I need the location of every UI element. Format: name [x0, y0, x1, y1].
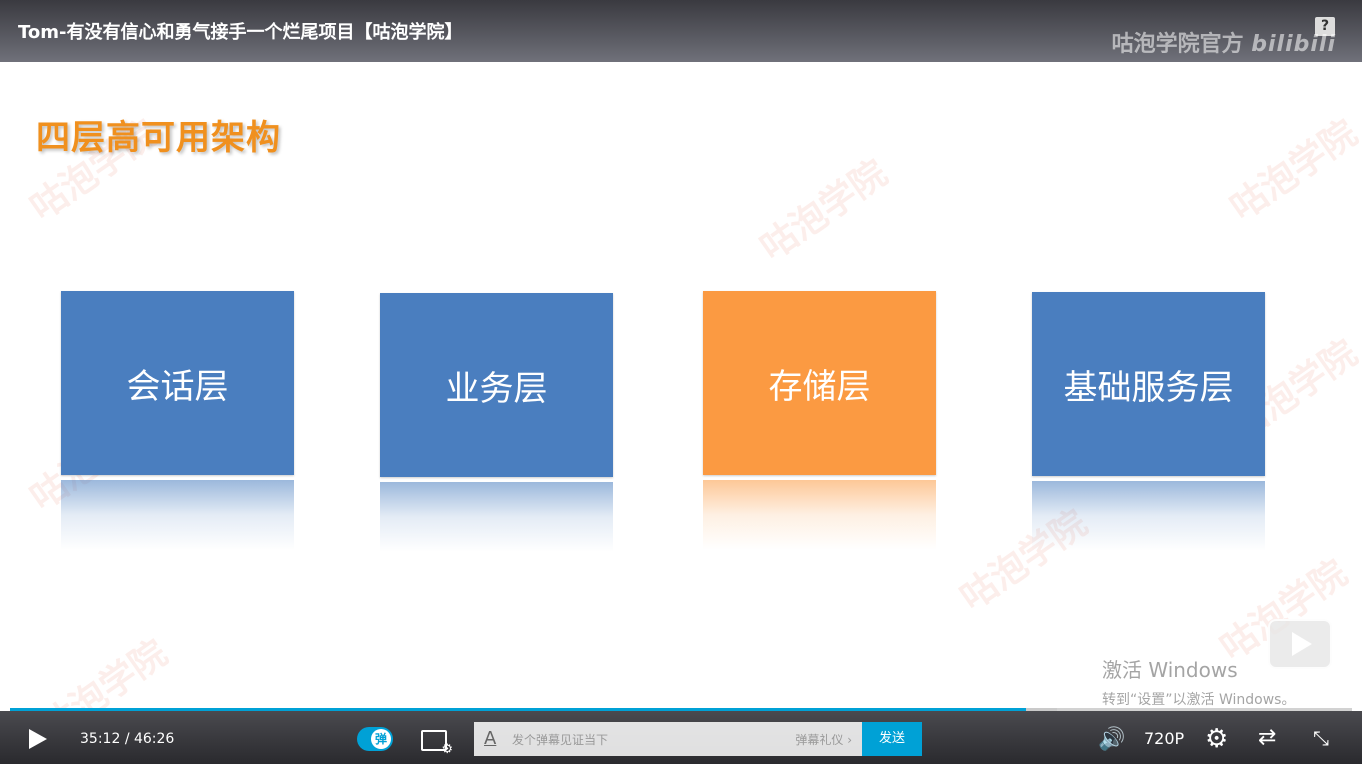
video-title: Tom-有没有信心和勇气接手一个烂尾项目【咕泡学院】: [18, 22, 463, 43]
layer-reflection: [380, 482, 613, 552]
layer-box-session: 会话层: [61, 291, 294, 475]
time-separator: /: [124, 731, 130, 747]
progress-fill: [10, 708, 1026, 711]
layer-label: 存储层: [768, 366, 871, 407]
danmaku-placeholder: 发个弹幕见证当下: [512, 733, 609, 747]
layer-reflection: [703, 480, 936, 550]
windows-activation-notice: 激活 Windows 转到“设置”以激活 Windows。: [1102, 654, 1295, 709]
progress-bar[interactable]: [10, 708, 1352, 711]
danmaku-toggle-knob: 弹: [371, 729, 391, 749]
total-time: 46:26: [133, 731, 175, 747]
danmaku-settings-icon[interactable]: [421, 730, 453, 757]
layer-label: 业务层: [445, 368, 548, 409]
layer-label: 基础服务层: [1063, 367, 1234, 408]
layer-box-infrastructure: 基础服务层: [1032, 292, 1265, 476]
loop-off-icon[interactable]: ⇄: [1258, 725, 1276, 750]
send-button[interactable]: 发送: [862, 722, 922, 756]
activation-title: 激活 Windows: [1102, 658, 1238, 682]
layer-reflection: [61, 480, 294, 550]
layer-box-storage: 存储层: [703, 291, 936, 475]
quality-selector[interactable]: 720P: [1144, 729, 1184, 748]
danmaku-style-icon[interactable]: A: [484, 728, 496, 749]
slide-title: 四层高可用架构: [36, 118, 281, 158]
center-play-icon[interactable]: [1268, 619, 1332, 669]
danmaku-input[interactable]: A 发个弹幕见证当下 弹幕礼仪 ›: [474, 722, 862, 756]
channel-name: 咕泡学院官方: [1111, 32, 1244, 57]
activation-hint: 转到“设置”以激活 Windows。: [1102, 692, 1296, 708]
channel-watermark: 咕泡学院官方 bilibili: [1112, 26, 1336, 58]
watermark: 咕泡学院: [753, 152, 895, 269]
title-bar: Tom-有没有信心和勇气接手一个烂尾项目【咕泡学院】 ? 咕泡学院官方 bili…: [0, 0, 1362, 62]
danmaku-toggle[interactable]: 弹: [357, 727, 393, 751]
exit-fullscreen-icon[interactable]: ⤡: [1313, 726, 1329, 750]
danmaku-etiquette-link[interactable]: 弹幕礼仪 ›: [795, 731, 852, 748]
video-frame[interactable]: 咕泡学院 咕泡学院 咕泡学院 咕泡学院 咕泡学院 咕泡学院 咕泡学院 咕泡学院 …: [0, 62, 1362, 749]
bilibili-logo: bilibili: [1251, 32, 1336, 57]
layer-label: 会话层: [126, 366, 229, 407]
layer-box-business: 业务层: [380, 293, 613, 477]
video-player[interactable]: Tom-有没有信心和勇气接手一个烂尾项目【咕泡学院】 ? 咕泡学院官方 bili…: [0, 0, 1362, 764]
layer-reflection: [1032, 481, 1265, 551]
volume-icon[interactable]: 🔊: [1098, 727, 1125, 752]
watermark: 咕泡学院: [1223, 112, 1362, 229]
time-display: 35:12 / 46:26: [80, 731, 174, 747]
gear-icon[interactable]: ⚙: [1205, 724, 1228, 754]
control-bar: 35:12 / 46:26 弹 A 发个弹幕见证当下 弹幕礼仪 › 发送 🔊 7…: [0, 711, 1362, 764]
play-icon[interactable]: [29, 729, 47, 749]
current-time: 35:12: [80, 731, 121, 747]
